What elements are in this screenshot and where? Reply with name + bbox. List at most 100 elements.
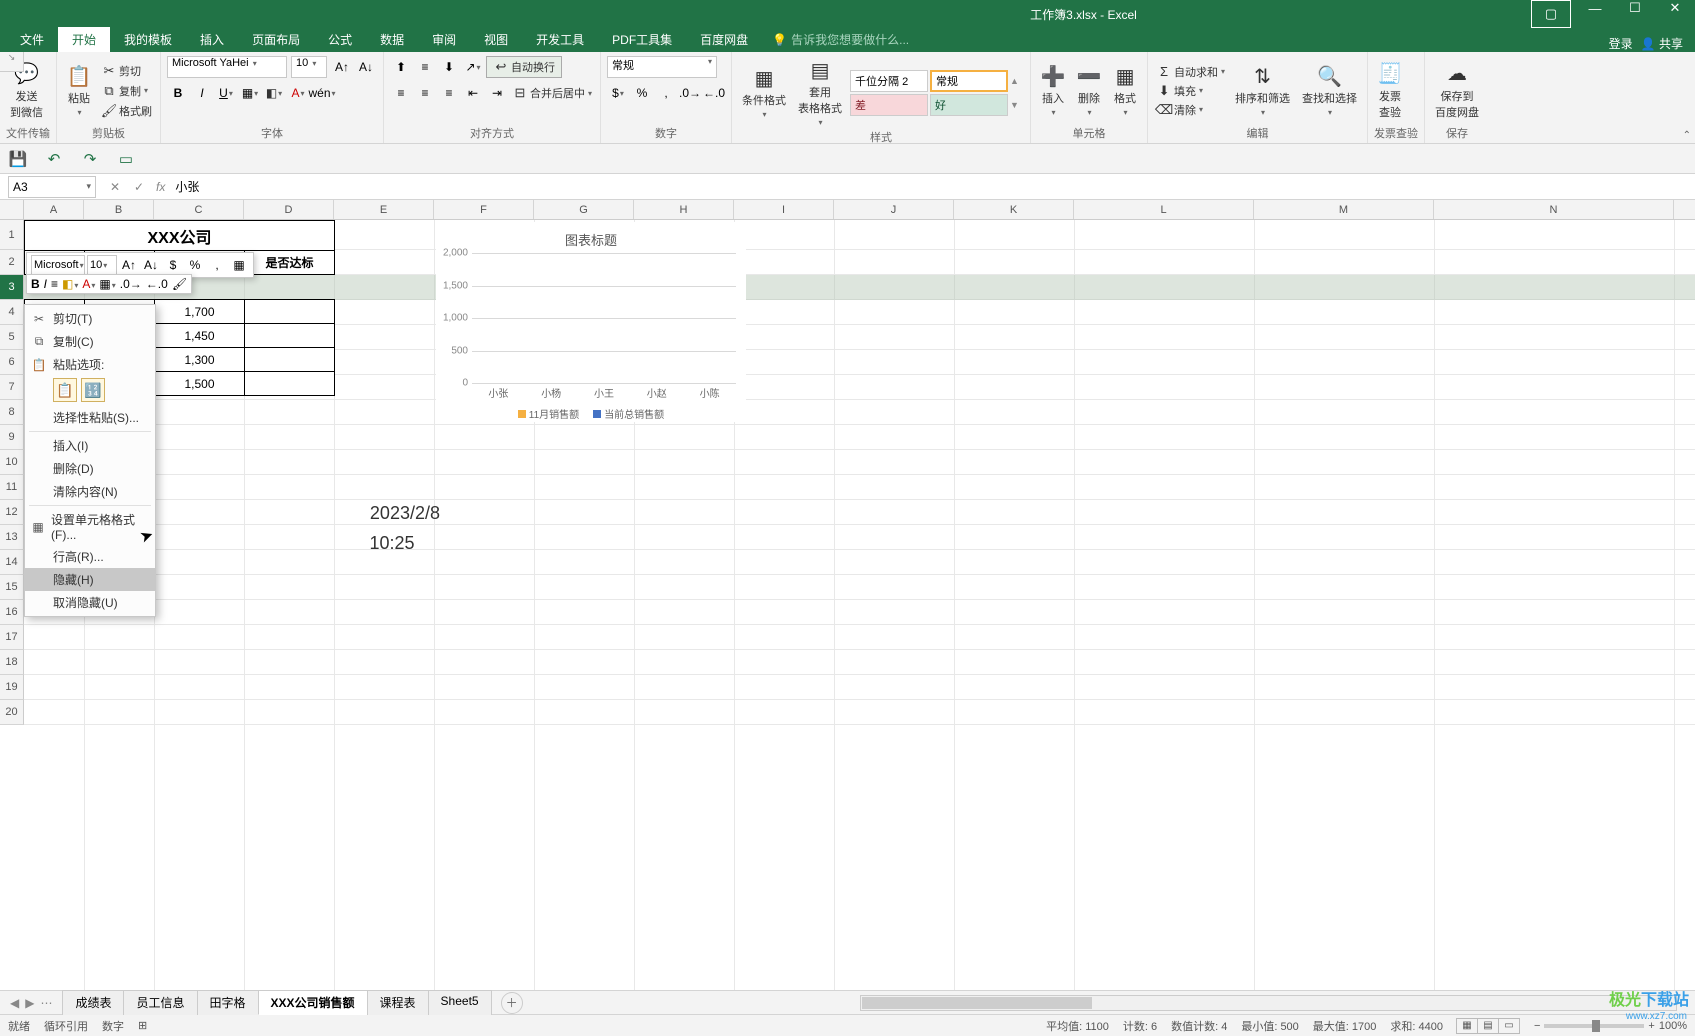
menu-item[interactable]: 📋粘贴选项: (25, 353, 155, 376)
menu-item[interactable]: 取消隐藏(U) (25, 591, 155, 614)
comma-button[interactable]: , (655, 82, 677, 104)
phonetic-button[interactable]: wén▾ (311, 82, 333, 104)
minimize-button[interactable]: — (1575, 0, 1615, 22)
border-button[interactable]: ▦▾ (239, 82, 261, 104)
col-header-F[interactable]: F (434, 200, 534, 219)
tab-home[interactable]: 开始 (58, 27, 110, 52)
col-header-A[interactable]: A (24, 200, 84, 219)
mini-bold-button[interactable]: B (31, 277, 40, 291)
row-header-13[interactable]: 13 (0, 525, 24, 550)
increase-font-button[interactable]: A↑ (331, 56, 353, 78)
row-header-12[interactable]: 12 (0, 500, 24, 525)
sheet-next-icon[interactable]: ▶ (23, 996, 36, 1010)
col-header-I[interactable]: I (734, 200, 834, 219)
style-bad[interactable]: 差 (850, 94, 928, 116)
menu-item[interactable]: 行高(R)... (25, 545, 155, 568)
paste-option-button[interactable]: 🔢 (81, 378, 105, 402)
fx-icon[interactable]: fx (156, 180, 165, 194)
style-normal[interactable]: 常规 (930, 70, 1008, 92)
row-header-2[interactable]: 2 (0, 250, 24, 275)
col-header-B[interactable]: B (84, 200, 154, 219)
tab-pagelayout[interactable]: 页面布局 (238, 27, 314, 52)
zoom-slider[interactable] (1544, 1024, 1644, 1028)
save-baidu-button[interactable]: ☁保存到 百度网盘 (1431, 60, 1483, 122)
mini-dec-font-button[interactable]: A↓ (141, 255, 161, 275)
align-top-button[interactable]: ⬆ (390, 56, 412, 78)
row-header-17[interactable]: 17 (0, 625, 24, 650)
mini-align-button[interactable]: ≡ (51, 277, 58, 291)
row-header-9[interactable]: 9 (0, 425, 24, 450)
fill-color-button[interactable]: ◧▾ (263, 82, 285, 104)
inc-decimal-button[interactable]: .0→ (679, 82, 701, 104)
col-header-N[interactable]: N (1434, 200, 1674, 219)
find-select-button[interactable]: 🔍查找和选择▾ (1298, 62, 1361, 119)
col-header-L[interactable]: L (1074, 200, 1254, 219)
tab-review[interactable]: 审阅 (418, 27, 470, 52)
tab-mytemplates[interactable]: 我的模板 (110, 27, 186, 52)
mini-percent-button[interactable]: % (185, 255, 205, 275)
row-header-5[interactable]: 5 (0, 325, 24, 350)
sheet-tab[interactable]: 课程表 (367, 990, 429, 1015)
row-header-11[interactable]: 11 (0, 475, 24, 500)
mini-painter-button[interactable]: 🖌 (172, 277, 187, 291)
row-header-20[interactable]: 20 (0, 700, 24, 725)
menu-item[interactable]: 选择性粘贴(S)... (25, 406, 155, 429)
row-header-10[interactable]: 10 (0, 450, 24, 475)
row-header-6[interactable]: 6 (0, 350, 24, 375)
tab-data[interactable]: 数据 (366, 27, 418, 52)
row-header-15[interactable]: 15 (0, 575, 24, 600)
menu-item[interactable]: 清除内容(N) (25, 480, 155, 503)
view-buttons[interactable]: ▦▤▭ (1457, 1018, 1520, 1034)
format-as-table-button[interactable]: ▤套用 表格格式▾ (794, 56, 846, 129)
mini-border2-button[interactable]: ▦▾ (99, 277, 115, 291)
mini-decimal-inc-button[interactable]: .0→ (120, 277, 142, 291)
undo-button[interactable]: ↶ (44, 149, 64, 169)
qat-custom-button[interactable]: ▭ (116, 149, 136, 169)
row-header-1[interactable]: 1 (0, 220, 24, 250)
share-button[interactable]: 👤 共享 (1641, 35, 1683, 52)
row-header-3[interactable]: 3 (0, 275, 24, 300)
tab-view[interactable]: 视图 (470, 27, 522, 52)
mini-size-select[interactable]: 10▾ (87, 255, 117, 275)
tab-insert[interactable]: 插入 (186, 27, 238, 52)
horizontal-scrollbar[interactable] (860, 995, 1677, 1011)
column-headers[interactable]: ABCDEFGHIJKLMN (24, 200, 1695, 220)
decrease-font-button[interactable]: A↓ (355, 56, 377, 78)
col-header-C[interactable]: C (154, 200, 244, 219)
tab-formulas[interactable]: 公式 (314, 27, 366, 52)
autosum-button[interactable]: Σ自动求和▾ (1154, 63, 1227, 81)
italic-button[interactable]: I (191, 82, 213, 104)
page-layout-view-button[interactable]: ▤ (1477, 1018, 1499, 1034)
menu-item[interactable]: ✂剪切(T) (25, 307, 155, 330)
currency-button[interactable]: $▾ (607, 82, 629, 104)
indent-dec-button[interactable]: ⇤ (462, 82, 484, 104)
add-sheet-button[interactable]: ＋ (501, 992, 523, 1014)
name-box[interactable]: A3▾ (8, 176, 96, 198)
login-link[interactable]: 登录 (1609, 35, 1633, 52)
menu-item[interactable]: 删除(D) (25, 457, 155, 480)
clear-button[interactable]: ⌫清除▾ (1154, 101, 1227, 119)
col-header-K[interactable]: K (954, 200, 1074, 219)
tell-me[interactable]: 💡告诉我您想要做什么... (762, 27, 919, 52)
wrap-text-button[interactable]: ↩自动换行 (486, 56, 562, 78)
row-header-18[interactable]: 18 (0, 650, 24, 675)
close-button[interactable]: ✕ (1655, 0, 1695, 22)
collapse-ribbon-button[interactable]: ⌃ (1683, 130, 1691, 141)
sort-filter-button[interactable]: ⇅排序和筛选▾ (1231, 62, 1294, 119)
align-middle-button[interactable]: ≡ (414, 56, 436, 78)
col-header-G[interactable]: G (534, 200, 634, 219)
dec-decimal-button[interactable]: ←.0 (703, 82, 725, 104)
row-header-7[interactable]: 7 (0, 375, 24, 400)
copy-button[interactable]: ⧉复制▾ (99, 82, 154, 100)
col-header-E[interactable]: E (334, 200, 434, 219)
mini-fill-button[interactable]: ◧▾ (62, 277, 78, 291)
bold-button[interactable]: B (167, 82, 189, 104)
col-header-H[interactable]: H (634, 200, 734, 219)
col-header-J[interactable]: J (834, 200, 954, 219)
cut-button[interactable]: ✂剪切 (99, 62, 154, 80)
sheet-prev-icon[interactable]: ◀ (8, 996, 21, 1010)
row-header-16[interactable]: 16 (0, 600, 24, 625)
normal-view-button[interactable]: ▦ (1456, 1018, 1478, 1034)
tab-pdf[interactable]: PDF工具集 (598, 27, 686, 52)
formula-input[interactable] (171, 176, 1695, 198)
